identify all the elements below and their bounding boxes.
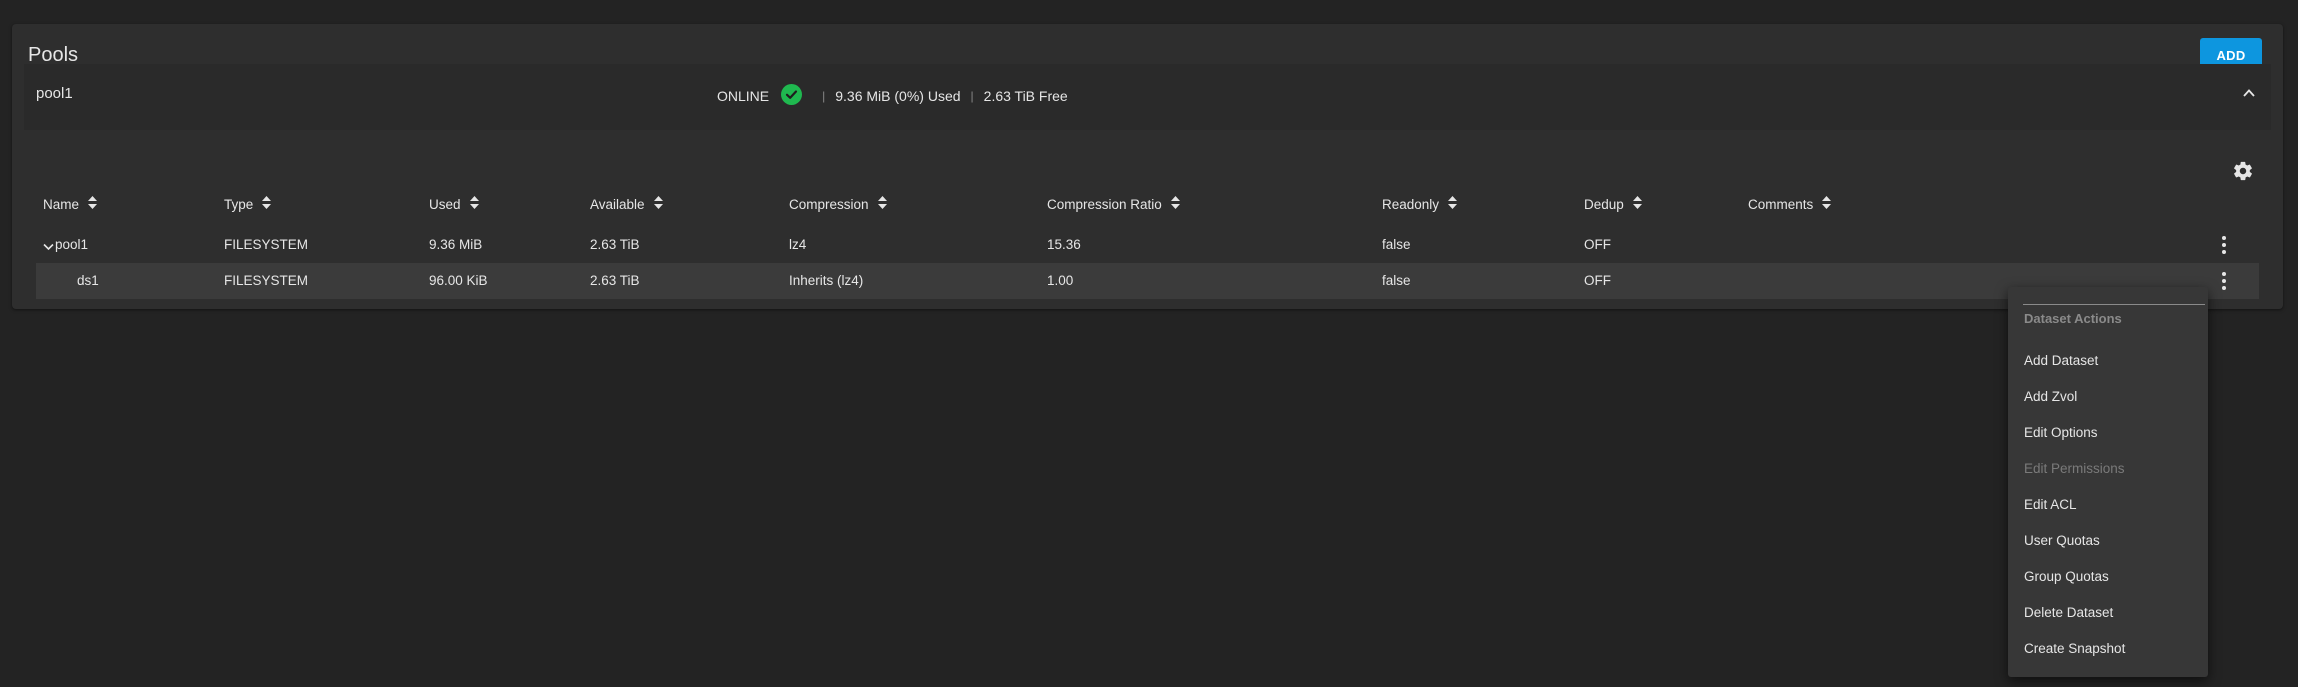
- column-header-type[interactable]: Type: [224, 196, 272, 212]
- cell-dedup: OFF: [1584, 273, 1611, 288]
- pool-status-bar: ONLINE | 9.36 MiB (0%) Used | 2.63 TiB F…: [717, 84, 1068, 106]
- column-header-compression[interactable]: Compression: [789, 196, 887, 212]
- table-row[interactable]: pool1 FILESYSTEM 9.36 MiB 2.63 TiB lz4 1…: [36, 227, 2259, 263]
- more-vert-icon[interactable]: [2214, 269, 2234, 293]
- cell-available: 2.63 TiB: [590, 237, 640, 252]
- cell-type: FILESYSTEM: [224, 273, 309, 288]
- menu-item-edit-options[interactable]: Edit Options: [2024, 425, 2098, 440]
- menu-item-create-snapshot[interactable]: Create Snapshot: [2024, 641, 2125, 656]
- column-header-readonly[interactable]: Readonly: [1382, 196, 1458, 212]
- column-header-used[interactable]: Used: [429, 196, 479, 212]
- dataset-actions-menu: Dataset Actions Add Dataset Add Zvol Edi…: [2008, 287, 2208, 677]
- pool-status-text: ONLINE: [717, 87, 770, 104]
- column-header-name[interactable]: Name: [43, 196, 98, 212]
- cell-available: 2.63 TiB: [590, 273, 640, 288]
- divider: |: [822, 88, 826, 103]
- sort-icon: [469, 196, 479, 212]
- sort-icon: [88, 196, 98, 212]
- menu-item-add-dataset[interactable]: Add Dataset: [2024, 353, 2098, 368]
- cell-readonly: false: [1382, 273, 1411, 288]
- menu-item-add-zvol[interactable]: Add Zvol: [2024, 389, 2077, 404]
- pool-free: 2.63 TiB Free: [983, 87, 1068, 104]
- gear-icon[interactable]: [2232, 160, 2254, 187]
- menu-item-group-quotas[interactable]: Group Quotas: [2024, 569, 2109, 584]
- column-header-compression-ratio[interactable]: Compression Ratio: [1047, 196, 1180, 212]
- column-header-comments[interactable]: Comments: [1748, 196, 1832, 212]
- sort-icon: [1448, 196, 1458, 212]
- column-header-dedup[interactable]: Dedup: [1584, 196, 1642, 212]
- menu-item-delete-dataset[interactable]: Delete Dataset: [2024, 605, 2113, 620]
- divider: |: [970, 88, 974, 103]
- cell-readonly: false: [1382, 237, 1411, 252]
- menu-item-user-quotas[interactable]: User Quotas: [2024, 533, 2100, 548]
- menu-item-edit-acl[interactable]: Edit ACL: [2024, 497, 2077, 512]
- sort-icon: [262, 196, 272, 212]
- datasets-table: Name Type Used Available Compression Com…: [24, 130, 2271, 299]
- sort-icon: [653, 196, 663, 212]
- cell-type: FILESYSTEM: [224, 237, 309, 252]
- cell-used: 96.00 KiB: [429, 273, 488, 288]
- sort-icon: [1632, 196, 1642, 212]
- cell-compression-ratio: 15.36: [1047, 237, 1081, 252]
- cell-name: ds1: [77, 273, 99, 288]
- menu-divider: [2023, 304, 2205, 305]
- pool-used: 9.36 MiB (0%) Used: [835, 87, 961, 104]
- check-circle-icon: [781, 84, 803, 105]
- pool-name: pool1: [36, 85, 73, 102]
- cell-compression: Inherits (lz4): [789, 273, 864, 288]
- cell-compression-ratio: 1.00: [1047, 273, 1074, 288]
- sort-icon: [1170, 196, 1180, 212]
- chevron-down-icon[interactable]: [43, 238, 54, 256]
- cell-compression: lz4: [789, 237, 807, 252]
- chevron-up-icon[interactable]: [2242, 86, 2256, 105]
- table-row[interactable]: ds1 FILESYSTEM 96.00 KiB 2.63 TiB Inheri…: [36, 263, 2259, 299]
- column-header-available[interactable]: Available: [590, 196, 663, 212]
- sort-icon: [1822, 196, 1832, 212]
- cell-name: pool1: [55, 237, 89, 252]
- sort-icon: [877, 196, 887, 212]
- menu-item-edit-permissions: Edit Permissions: [2024, 461, 2125, 476]
- more-vert-icon[interactable]: [2214, 233, 2234, 257]
- cell-used: 9.36 MiB: [429, 237, 483, 252]
- cell-dedup: OFF: [1584, 237, 1611, 252]
- menu-header: Dataset Actions: [2024, 311, 2122, 326]
- pool-header[interactable]: pool1 ONLINE | 9.36 MiB (0%) Used | 2.63…: [24, 64, 2271, 130]
